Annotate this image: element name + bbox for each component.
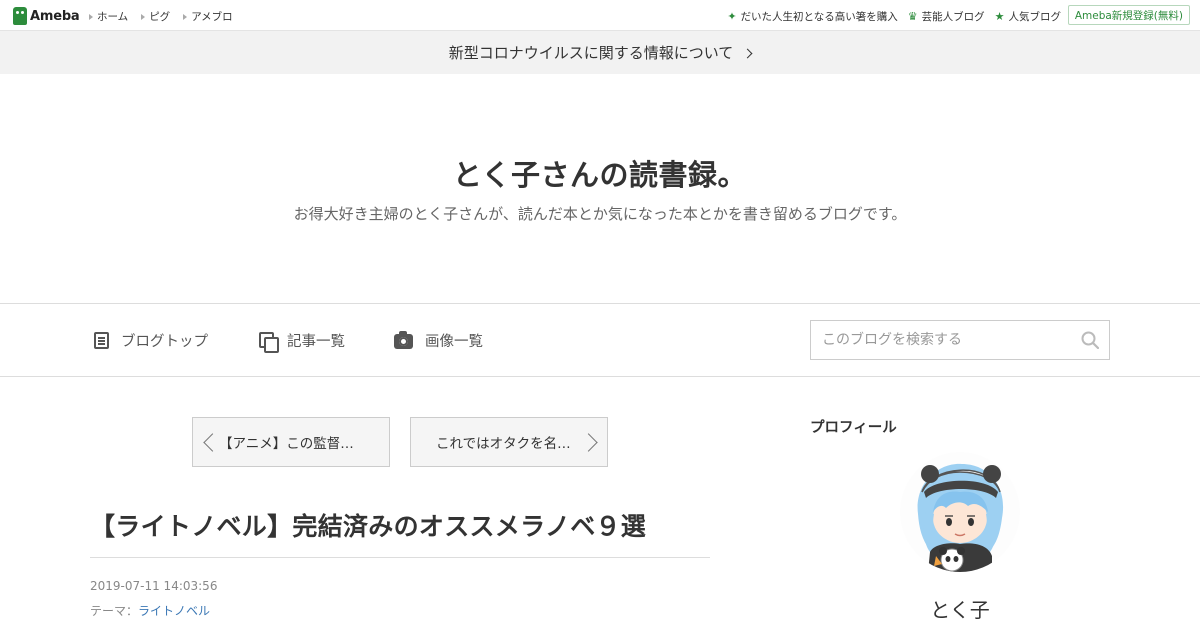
ameba-logo-icon — [13, 7, 27, 25]
triangle-icon — [141, 13, 146, 20]
global-nav-home[interactable]: ホーム — [89, 9, 128, 24]
entry-theme: テーマ： ライトノベル — [90, 602, 210, 619]
avatar[interactable] — [900, 452, 1020, 572]
avatar-illustration — [900, 452, 1020, 572]
global-nav-label: ホーム — [97, 11, 129, 23]
camera-icon — [394, 331, 413, 349]
nav-article-list[interactable]: 記事一覧 — [259, 330, 345, 353]
global-nav-pigg[interactable]: ピグ — [141, 9, 170, 24]
ameba-logo[interactable]: Ameba — [13, 6, 80, 26]
entry-date: 2019-07-11 14:03:56 — [90, 579, 218, 593]
profile-name[interactable]: とく子 — [900, 594, 1020, 623]
covid-notice-banner[interactable]: 新型コロナウイルスに関する情報について — [0, 31, 1200, 74]
nav-image-list[interactable]: 画像一覧 — [394, 330, 483, 351]
chevron-right-icon — [742, 48, 753, 58]
nav-blog-top[interactable]: ブログトップ — [94, 330, 208, 351]
global-nav-label: アメブロ — [191, 11, 233, 23]
prev-article-button[interactable]: 【アニメ】この監督… — [192, 417, 390, 467]
copy-icon — [259, 332, 279, 353]
ameba-logo-text: Ameba — [30, 8, 80, 24]
chevron-right-icon — [579, 433, 598, 452]
global-header: Ameba ホーム ピグ アメブロ ✦ だいた人生初となる高い箸を購入 ♛ 芸能人ブ… — [0, 0, 1200, 31]
link-label: だいた人生初となる高い箸を購入 — [740, 11, 898, 23]
triangle-icon — [183, 13, 188, 20]
blog-description: お得大好き主婦のとく子さんが、読んだ本とか気になった本とかを書き留めるブログです… — [293, 205, 907, 223]
global-nav-ameblo[interactable]: アメブロ — [183, 9, 233, 24]
search-icon[interactable] — [1081, 331, 1099, 349]
list-icon — [94, 332, 109, 349]
blog-nav: ブログトップ 記事一覧 画像一覧 — [0, 303, 1200, 377]
link-popular-blogs[interactable]: ★ 人気ブログ — [995, 9, 1061, 24]
global-nav-label: ピグ — [149, 11, 171, 23]
profile-heading: プロフィール — [810, 420, 897, 436]
blog-search-input[interactable] — [811, 321, 1061, 359]
register-button[interactable]: Ameba新規登録(無料) — [1067, 5, 1190, 25]
entry-theme-prefix: テーマ： — [90, 604, 139, 618]
link-pickup-article[interactable]: ✦ だいた人生初となる高い箸を購入 — [727, 9, 897, 24]
triangle-icon — [89, 13, 93, 20]
entry-theme-link[interactable]: ライトノベル — [138, 602, 210, 619]
blog-search-box — [810, 320, 1110, 360]
sparkle-icon: ✦ — [727, 10, 737, 23]
next-article-label: これではオタクを名… — [436, 436, 571, 452]
star-icon: ★ — [994, 10, 1005, 23]
global-nav: ホーム ピグ アメブロ — [89, 9, 246, 24]
crown-icon: ♛ — [907, 10, 918, 23]
prev-article-label: 【アニメ】この監督… — [219, 436, 354, 452]
entry-title: 【ライトノベル】完結済みのオススメラノベ９選 — [90, 512, 647, 541]
global-right-links: ✦ だいた人生初となる高い箸を購入 ♛ 芸能人ブログ ★ 人気ブログ — [717, 9, 1061, 24]
link-label: 人気ブログ — [1008, 11, 1062, 23]
nav-label: 画像一覧 — [425, 334, 483, 350]
blog-title[interactable]: とく子さんの読書録。 — [0, 152, 1200, 194]
divider — [90, 557, 710, 558]
link-label: 芸能人ブログ — [921, 11, 985, 23]
next-article-button[interactable]: これではオタクを名… — [410, 417, 608, 467]
nav-label: 記事一覧 — [287, 334, 345, 350]
nav-label: ブログトップ — [121, 334, 208, 350]
notice-text: 新型コロナウイルスに関する情報について — [448, 44, 734, 62]
link-celebrity-blogs[interactable]: ♛ 芸能人ブログ — [908, 9, 985, 24]
